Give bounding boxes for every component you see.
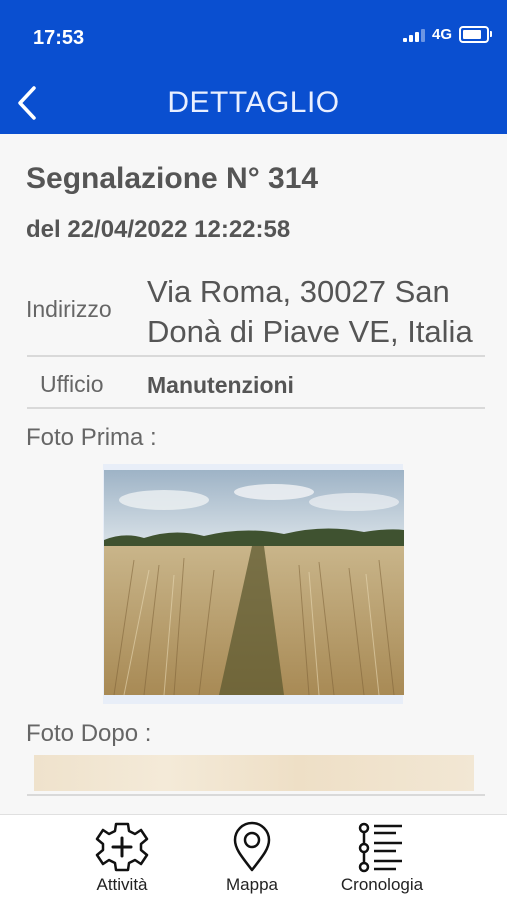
address-label: Indirizzo — [26, 296, 112, 322]
tab-mappa[interactable]: Mappa — [187, 821, 317, 899]
gear-plus-icon — [95, 822, 149, 872]
report-title: Segnalazione N° 314 — [26, 162, 319, 195]
signal-icon — [402, 28, 425, 42]
page-title: DETTAGLIO — [167, 86, 340, 119]
map-pin-icon — [233, 821, 271, 872]
photo-after-image[interactable] — [34, 755, 474, 791]
office-label: Ufficio — [40, 371, 104, 397]
detail-content[interactable]: Segnalazione N° 314 del 22/04/2022 12:22… — [0, 134, 507, 814]
network-type: 4G — [431, 26, 452, 43]
photo-after-label: Foto Dopo : — [26, 720, 152, 747]
tab-label: Mappa — [226, 875, 278, 894]
bottom-tab-bar: Attività Mappa Cronologia — [0, 814, 507, 901]
address-line-2: Donà di Piave VE, Italia — [147, 314, 473, 349]
report-date: del 22/04/2022 12:22:58 — [26, 216, 291, 243]
address-line-1: Via Roma, 30027 San — [147, 274, 450, 309]
divider — [27, 794, 485, 796]
office-value: Manutenzioni — [147, 372, 294, 398]
photo-before-label: Foto Prima : — [26, 424, 157, 451]
status-indicators: 4G — [402, 26, 492, 43]
address-value: Via Roma, 30027 San Donà di Piave VE, It… — [147, 272, 492, 352]
tab-label: Attività — [96, 875, 148, 894]
top-bar: 17:53 4G DETTAGLIO — [0, 0, 507, 134]
tab-attivita[interactable]: Attività — [57, 821, 187, 899]
photo-before-image[interactable] — [104, 470, 404, 695]
battery-icon — [459, 26, 492, 43]
divider — [27, 407, 485, 409]
divider — [27, 355, 485, 357]
timeline-list-icon — [358, 822, 402, 873]
tab-label: Cronologia — [340, 875, 424, 894]
status-time: 17:53 — [33, 27, 85, 49]
tab-cronologia[interactable]: Cronologia — [317, 821, 447, 899]
